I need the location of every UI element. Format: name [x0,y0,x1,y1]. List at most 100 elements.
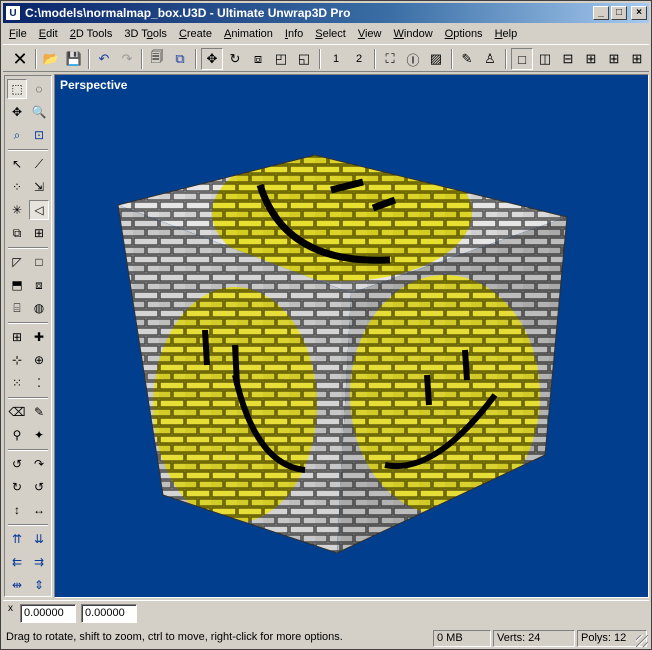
zoom-icon[interactable]: 🔍 [29,102,49,122]
extrude-tool-icon[interactable]: ⁙ [7,373,27,393]
face-select-icon[interactable]: ◁ [29,200,49,220]
create-triangle-icon[interactable]: ◸ [7,252,27,272]
redo-icon[interactable]: ↷ [116,48,138,70]
create-cylinder-icon[interactable]: ⌸ [7,298,27,318]
menu-info[interactable]: Info [279,28,309,40]
cross-tool-icon[interactable]: ✚ [29,327,49,347]
copy-icon[interactable]: ⧉ [169,48,191,70]
select-edge-tool-icon[interactable]: ⟋ [29,154,49,174]
magic-wand-icon[interactable]: ✦ [29,425,49,445]
toolbar-separator [35,49,37,69]
menu-create[interactable]: Create [173,28,218,40]
rotate-ccw-icon[interactable]: ↺ [29,477,49,497]
weld-icon[interactable]: ✳ [7,200,27,220]
open-folder-icon[interactable]: 📂 [40,48,62,70]
horizontal-flip-icon[interactable]: ↔ [29,500,49,520]
menu-options[interactable]: Options [439,28,489,40]
move-tool-icon[interactable]: ✥ [201,48,223,70]
menu-file[interactable]: File [3,28,33,40]
coord-x-input[interactable]: 0.00000 [20,604,76,623]
scale-y-icon[interactable]: ◱ [293,48,315,70]
create-cube-icon[interactable]: ⧈ [29,275,49,295]
split-tool-icon[interactable]: ⊹ [7,350,27,370]
distribute-vertical-icon[interactable]: ⇕ [29,575,49,595]
menu-edit[interactable]: Edit [33,28,64,40]
cut-icon[interactable]: 🗐 [146,48,168,70]
select-vertices-icon[interactable]: ⁘ [7,177,27,197]
pencil-icon[interactable]: ✎ [29,402,49,422]
delete-icon[interactable]: ✕ [9,48,31,70]
align-left-icon[interactable]: ⇇ [7,552,27,572]
title-bar[interactable]: U C:\models\normalmap_box.U3D - Ultimate… [3,3,649,23]
menu-select[interactable]: Select [309,28,352,40]
create-plane-icon[interactable]: □ [29,252,49,272]
minimize-button[interactable]: _ [593,6,609,20]
grid-select-icon[interactable]: ⊞ [29,223,49,243]
perspective-viewport[interactable]: Perspective [54,74,649,598]
toolbar-separator [141,49,143,69]
toolbar-separator [88,49,90,69]
select-pointer-icon[interactable]: ↖ [7,154,27,174]
save-icon[interactable]: 💾 [63,48,85,70]
menu-animation[interactable]: Animation [218,28,279,40]
layout-split-vertical-icon[interactable]: ◫ [534,48,556,70]
rotate-left-icon[interactable]: ↺ [7,454,27,474]
create-box-icon[interactable]: ⬒ [7,275,27,295]
undo-icon[interactable]: ↶ [93,48,115,70]
connect-tool-icon[interactable]: ⊕ [29,350,49,370]
create-sphere-icon[interactable]: ◍ [29,298,49,318]
view-1-button[interactable]: 1 [325,48,347,70]
eyedropper-icon[interactable]: ✎ [456,48,478,70]
scale-x-icon[interactable]: ◰ [270,48,292,70]
grid-tool-icon[interactable]: ⊞ [7,327,27,347]
toolbar-separator [374,49,376,69]
maximize-button[interactable]: □ [611,6,627,20]
toolbar-separator [505,49,507,69]
group-select-icon[interactable]: ⧉ [7,223,27,243]
layout-three-alt-icon[interactable]: ⊞ [603,48,625,70]
zoom-extents-icon[interactable]: ⌕ [7,125,27,145]
toolbar-separator [451,49,453,69]
pan-icon[interactable]: ✥ [7,102,27,122]
vertical-flip-icon[interactable]: ↕ [7,500,27,520]
rect-select-icon[interactable]: ⬚ [7,79,27,99]
menu-3d-tools[interactable]: 3D Tools [118,28,173,40]
view-2-button[interactable]: 2 [348,48,370,70]
eraser-icon[interactable]: ⌫ [7,402,27,422]
select-vertex-icon[interactable]: ⛶ [379,48,401,70]
paint-icon[interactable]: ♙ [479,48,501,70]
app-icon[interactable]: U [5,5,21,21]
coord-y-input[interactable]: 0.00000 [81,604,137,623]
bevel-tool-icon[interactable]: ⁚ [29,373,49,393]
menu-bar: File Edit 2D Tools 3D Tools Create Anima… [3,24,649,43]
resize-grip-icon[interactable] [636,635,648,647]
align-bottom-icon[interactable]: ⇊ [29,529,49,549]
rotate-cw-icon[interactable]: ↻ [7,477,27,497]
layout-three-icon[interactable]: ⊞ [580,48,602,70]
menu-window[interactable]: Window [388,28,439,40]
distribute-horizontal-icon[interactable]: ⇹ [7,575,27,595]
lasso-select-icon[interactable]: ◌ [29,79,49,99]
rotate-tool-icon[interactable]: ↻ [224,48,246,70]
menu-help[interactable]: Help [489,28,524,40]
status-hint: Drag to rotate, shift to zoom, ctrl to m… [6,631,343,643]
status-verts: Verts: 24 [493,630,575,647]
scale-tool-icon[interactable]: ⧈ [247,48,269,70]
rotate-right-icon[interactable]: ↷ [29,454,49,474]
menu-2d-tools[interactable]: 2D Tools [64,28,119,40]
coordinate-bar: x 0.00000 0.00000 [3,600,649,626]
close-button[interactable]: × [631,6,647,20]
select-arrow-icon[interactable]: ⇲ [29,177,49,197]
layout-four-icon[interactable]: ⊞ [626,48,648,70]
zoom-region-icon[interactable]: ⊡ [29,125,49,145]
tool-palette: ⬚ ◌ ✥ 🔍 ⌕ ⊡ ↖ ⟋ ⁘ ⇲ ✳ ◁ ⧉ ⊞ ◸ □ ⬒ ⧈ ⌸ ◍ … [4,75,52,597]
layout-single-icon[interactable]: □ [511,48,533,70]
select-edge-icon[interactable]: Ⓘ [402,48,424,70]
menu-view[interactable]: View [352,28,388,40]
align-top-icon[interactable]: ⇈ [7,529,27,549]
select-face-icon[interactable]: ▨ [425,48,447,70]
layout-split-horizontal-icon[interactable]: ⊟ [557,48,579,70]
pin-icon[interactable]: ⚲ [7,425,27,445]
cube-render[interactable] [55,75,649,598]
align-right-icon[interactable]: ⇉ [29,552,49,572]
